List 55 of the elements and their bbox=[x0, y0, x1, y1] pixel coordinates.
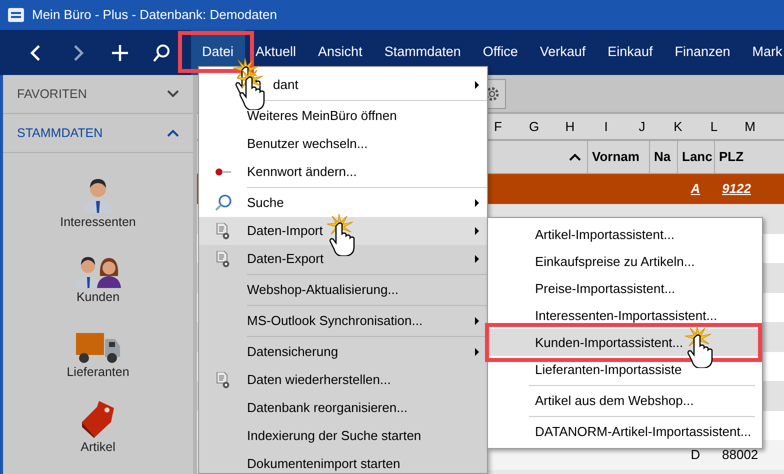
menu-item[interactable]: Daten-Import bbox=[199, 217, 487, 245]
document-gear-icon bbox=[216, 372, 230, 388]
column-letter: J bbox=[638, 118, 646, 136]
column-letter: F bbox=[493, 118, 503, 136]
document-gear-icon bbox=[216, 222, 230, 240]
truck-icon bbox=[76, 333, 120, 364]
table-cell-text: 9122 bbox=[721, 180, 752, 198]
key-icon bbox=[215, 168, 231, 176]
column-header[interactable]: PLZ bbox=[714, 141, 776, 173]
section-header[interactable]: STAMMDATEN bbox=[17, 124, 103, 142]
column-letter: M bbox=[744, 118, 756, 136]
menu-item[interactable]: Webshop-Aktualisierung... bbox=[199, 276, 487, 304]
window-title: Mein Büro - Plus - Datenbank: Demodaten bbox=[32, 6, 277, 24]
sidebar-item[interactable]: Artikel bbox=[80, 438, 116, 457]
sidebar-item[interactable]: Lieferanten bbox=[66, 363, 130, 382]
menu-item[interactable]: Datensicherung bbox=[199, 338, 487, 366]
menu-item[interactable]: Weiteres MeinBüro öffnen bbox=[199, 102, 487, 130]
menu-item[interactable]: Kunden-Importassistent... bbox=[489, 329, 761, 356]
search-icon[interactable] bbox=[153, 44, 172, 62]
menu-tab[interactable]: Verkauf bbox=[528, 30, 597, 75]
menu-item[interactable]: MS-Outlook Synchronisation... bbox=[199, 307, 487, 335]
app-icon bbox=[8, 8, 24, 22]
menu-tab[interactable]: Finanzen bbox=[664, 30, 742, 75]
column-header[interactable]: Na bbox=[649, 141, 677, 173]
table-cell-text: D bbox=[690, 446, 702, 464]
document-gear-icon bbox=[216, 250, 230, 268]
menu-item[interactable]: Artikel-Importassistent... bbox=[489, 221, 761, 248]
section-header[interactable]: FAVORITEN bbox=[17, 84, 87, 104]
menu-item[interactable]: Daten-Export bbox=[199, 245, 487, 273]
sidebar-item[interactable]: Kunden bbox=[76, 288, 120, 307]
menu-item[interactable]: Dokumentenimport starten bbox=[199, 450, 487, 473]
add-icon[interactable] bbox=[111, 44, 130, 62]
column-letter: L bbox=[709, 118, 719, 136]
menu-tab[interactable]: Mark bbox=[741, 30, 784, 75]
price-tag-icon bbox=[81, 400, 115, 438]
column-letter: H bbox=[564, 118, 576, 136]
table-cell-text: A bbox=[690, 180, 702, 198]
menu-item[interactable]: Benutzer wechseln... bbox=[199, 130, 487, 158]
menu-item[interactable]: Indexierung der Suche starten bbox=[199, 422, 487, 450]
column-letter: G bbox=[528, 118, 540, 136]
menu-item[interactable]: Einkaufspreise zu Artikeln... bbox=[489, 248, 761, 275]
sidebar-item[interactable]: Interessenten bbox=[60, 213, 136, 232]
menu-item[interactable]: DATANORM-Artikel-Importassistent... bbox=[489, 418, 761, 445]
column-letter: K bbox=[672, 118, 684, 136]
column-header[interactable]: Lanc bbox=[677, 141, 714, 173]
column-header[interactable]: Vornam bbox=[587, 141, 649, 173]
menu-item[interactable]: Daten wiederherstellen... bbox=[199, 366, 487, 394]
column-letter: I bbox=[603, 118, 609, 136]
menu-item[interactable]: Datenbank reorganisieren... bbox=[199, 394, 487, 422]
menu-item[interactable]: Preise-Importassistent... bbox=[489, 275, 761, 302]
menu-tab[interactable]: Einkauf bbox=[596, 30, 664, 75]
search-icon bbox=[214, 194, 232, 212]
table-cell-text: 88002 bbox=[721, 446, 760, 464]
menu-item[interactable]: Artikel aus dem Webshop... bbox=[489, 387, 761, 414]
sort-caret-icon bbox=[569, 153, 581, 161]
